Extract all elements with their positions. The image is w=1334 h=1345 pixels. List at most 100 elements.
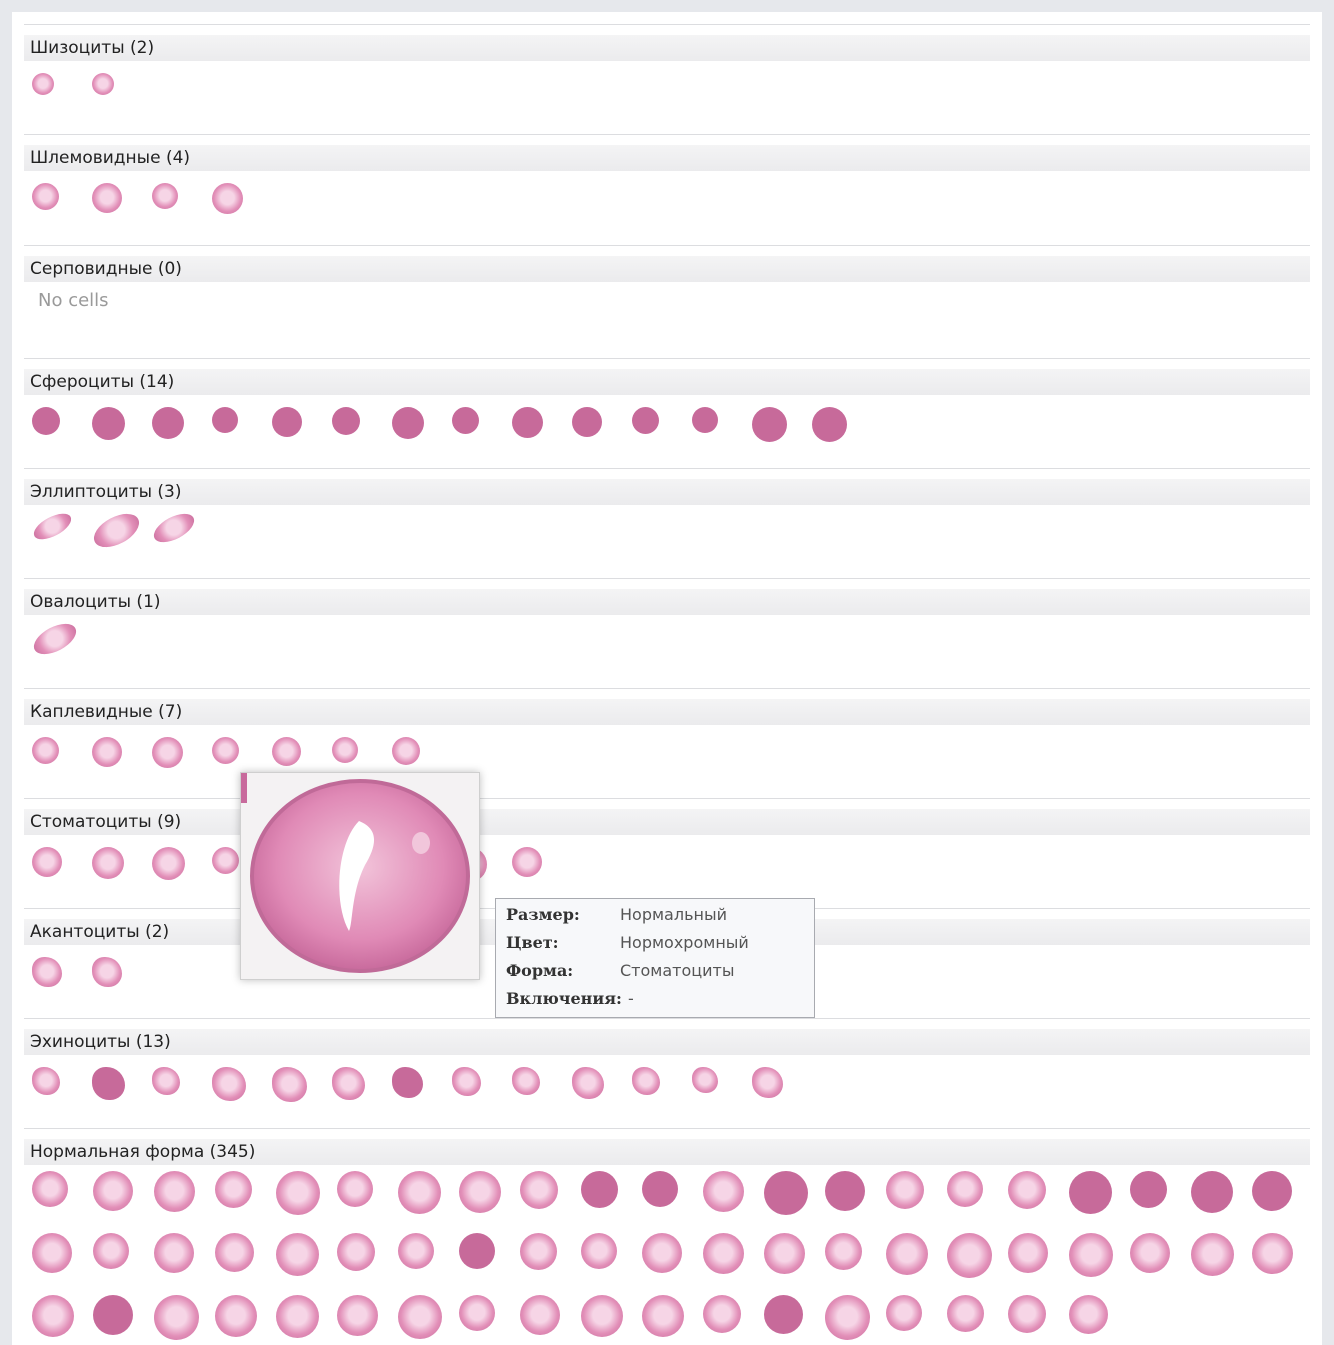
cell-thumbnail[interactable] bbox=[212, 847, 239, 874]
cell-thumbnail[interactable] bbox=[512, 1067, 540, 1095]
cell-thumbnail[interactable] bbox=[337, 1295, 378, 1336]
cell-thumbnail[interactable] bbox=[398, 1233, 434, 1269]
cell-thumbnail[interactable] bbox=[212, 1067, 246, 1101]
cell-thumbnail[interactable] bbox=[212, 407, 238, 433]
cell-thumbnail[interactable] bbox=[752, 1067, 783, 1098]
cell-thumbnail[interactable] bbox=[825, 1171, 865, 1211]
cell-thumbnail[interactable] bbox=[276, 1233, 319, 1276]
cell-thumbnail[interactable] bbox=[212, 737, 239, 764]
cell-thumbnail[interactable] bbox=[272, 407, 302, 437]
cell-thumbnail[interactable] bbox=[212, 183, 243, 214]
section-header[interactable]: Эхиноциты (13) bbox=[24, 1029, 1310, 1055]
cell-thumbnail[interactable] bbox=[1069, 1233, 1113, 1277]
cell-thumbnail[interactable] bbox=[92, 183, 122, 213]
cell-thumbnail[interactable] bbox=[692, 407, 718, 433]
section-header[interactable]: Сфероциты (14) bbox=[24, 369, 1310, 395]
cell-thumbnail[interactable] bbox=[32, 407, 60, 435]
cell-thumbnail[interactable] bbox=[272, 1067, 307, 1102]
cell-thumbnail[interactable] bbox=[512, 847, 542, 877]
cell-thumbnail[interactable] bbox=[32, 1171, 68, 1207]
cell-thumbnail[interactable] bbox=[29, 508, 76, 545]
cell-thumbnail[interactable] bbox=[398, 1171, 441, 1214]
cell-thumbnail[interactable] bbox=[452, 407, 479, 434]
cell-thumbnail[interactable] bbox=[332, 407, 360, 435]
cell-thumbnail[interactable] bbox=[88, 507, 145, 554]
cell-thumbnail[interactable] bbox=[764, 1233, 805, 1274]
section-header[interactable]: Овалоциты (1) bbox=[24, 589, 1310, 615]
cell-thumbnail[interactable] bbox=[32, 1233, 72, 1273]
cell-thumbnail[interactable] bbox=[154, 1233, 194, 1273]
cell-thumbnail[interactable] bbox=[825, 1233, 862, 1270]
cell-thumbnail[interactable] bbox=[32, 737, 59, 764]
cell-thumbnail[interactable] bbox=[29, 617, 81, 661]
cell-thumbnail[interactable] bbox=[392, 1067, 423, 1098]
cell-thumbnail[interactable] bbox=[32, 183, 59, 210]
cell-thumbnail[interactable] bbox=[1008, 1171, 1046, 1209]
cell-thumbnail[interactable] bbox=[520, 1171, 558, 1209]
cell-thumbnail[interactable] bbox=[276, 1171, 320, 1215]
cell-thumbnail[interactable] bbox=[32, 1295, 74, 1337]
cell-thumbnail[interactable] bbox=[947, 1233, 992, 1278]
cell-thumbnail[interactable] bbox=[92, 407, 125, 440]
cell-thumbnail[interactable] bbox=[632, 407, 659, 434]
section-header[interactable]: Шизоциты (2) bbox=[24, 35, 1310, 61]
cell-thumbnail[interactable] bbox=[581, 1295, 623, 1337]
section-header[interactable]: Серповидные (0) bbox=[24, 256, 1310, 282]
cell-thumbnail[interactable] bbox=[32, 957, 62, 987]
cell-thumbnail[interactable] bbox=[1191, 1171, 1233, 1213]
cell-thumbnail[interactable] bbox=[703, 1295, 741, 1333]
cell-thumbnail[interactable] bbox=[764, 1295, 803, 1334]
cell-thumbnail[interactable] bbox=[642, 1171, 678, 1207]
cell-thumbnail[interactable] bbox=[332, 737, 358, 763]
cell-thumbnail[interactable] bbox=[93, 1233, 129, 1269]
cell-thumbnail[interactable] bbox=[92, 73, 114, 95]
cell-thumbnail[interactable] bbox=[92, 957, 122, 987]
cell-thumbnail[interactable] bbox=[276, 1295, 319, 1338]
cell-thumbnail[interactable] bbox=[642, 1295, 684, 1337]
cell-thumbnail[interactable] bbox=[752, 407, 787, 442]
cell-thumbnail[interactable] bbox=[1069, 1171, 1112, 1214]
cell-thumbnail[interactable] bbox=[947, 1295, 984, 1332]
cell-thumbnail[interactable] bbox=[337, 1233, 375, 1271]
cell-thumbnail[interactable] bbox=[92, 847, 124, 879]
cell-thumbnail[interactable] bbox=[764, 1171, 808, 1215]
cell-thumbnail[interactable] bbox=[152, 1067, 180, 1095]
cell-thumbnail[interactable] bbox=[1130, 1233, 1170, 1273]
cell-thumbnail[interactable] bbox=[886, 1233, 928, 1275]
cell-thumbnail[interactable] bbox=[812, 407, 847, 442]
cell-thumbnail[interactable] bbox=[215, 1171, 252, 1208]
cell-thumbnail[interactable] bbox=[154, 1295, 199, 1340]
cell-thumbnail[interactable] bbox=[215, 1233, 254, 1272]
cell-thumbnail[interactable] bbox=[1130, 1171, 1167, 1208]
cell-thumbnail[interactable] bbox=[632, 1067, 660, 1095]
cell-thumbnail[interactable] bbox=[93, 1171, 133, 1211]
cell-thumbnail[interactable] bbox=[92, 737, 122, 767]
section-header[interactable]: Эллиптоциты (3) bbox=[24, 479, 1310, 505]
cell-thumbnail[interactable] bbox=[520, 1233, 557, 1270]
cell-thumbnail[interactable] bbox=[32, 847, 62, 877]
cell-thumbnail[interactable] bbox=[1008, 1233, 1048, 1273]
cell-thumbnail[interactable] bbox=[581, 1171, 618, 1208]
cell-thumbnail[interactable] bbox=[825, 1295, 870, 1340]
cell-thumbnail[interactable] bbox=[152, 737, 183, 768]
section-header[interactable]: Нормальная форма (345) bbox=[24, 1139, 1310, 1165]
cell-thumbnail[interactable] bbox=[1069, 1295, 1108, 1334]
cell-thumbnail[interactable] bbox=[572, 407, 602, 437]
cell-thumbnail[interactable] bbox=[149, 507, 199, 549]
cell-thumbnail[interactable] bbox=[398, 1295, 442, 1339]
cell-thumbnail[interactable] bbox=[272, 737, 301, 766]
cell-thumbnail[interactable] bbox=[152, 407, 184, 439]
cell-thumbnail[interactable] bbox=[512, 407, 543, 438]
cell-thumbnail[interactable] bbox=[947, 1171, 983, 1207]
cell-thumbnail[interactable] bbox=[459, 1171, 501, 1213]
cell-thumbnail[interactable] bbox=[32, 73, 54, 95]
cell-thumbnail[interactable] bbox=[452, 1067, 481, 1096]
cell-thumbnail[interactable] bbox=[886, 1295, 922, 1331]
cell-thumbnail[interactable] bbox=[332, 1067, 365, 1100]
cell-thumbnail[interactable] bbox=[152, 183, 178, 209]
cell-thumbnail[interactable] bbox=[392, 407, 424, 439]
cell-thumbnail[interactable] bbox=[215, 1295, 257, 1337]
section-header[interactable]: Шлемовидные (4) bbox=[24, 145, 1310, 171]
section-header[interactable]: Стоматоциты (9) bbox=[24, 809, 1310, 835]
cell-thumbnail[interactable] bbox=[152, 847, 185, 880]
